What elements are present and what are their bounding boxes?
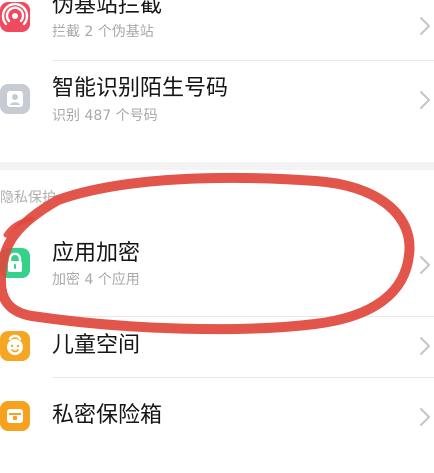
radar-signal-icon [0, 2, 30, 32]
safe-box-icon [0, 401, 30, 431]
child-space-title: 儿童空间 [52, 333, 141, 358]
settings-screen: 伪基站拦截 拦截 2 个伪基站 智能识别陌生号码 识别 487 个号码 隐私保护 [0, 0, 434, 473]
smart-unknown-number-row[interactable]: 智能识别陌生号码 识别 487 个号码 [0, 64, 434, 136]
smart-unknown-number-title: 智能识别陌生号码 [52, 76, 229, 101]
app-encryption-row[interactable]: 应用加密 加密 4 个应用 [0, 220, 434, 310]
smart-unknown-number-subtitle: 识别 487 个号码 [52, 108, 158, 124]
app-encryption-title: 应用加密 [52, 241, 141, 266]
chevron-right-icon [420, 337, 430, 355]
row-divider [52, 377, 434, 378]
chevron-right-icon [420, 17, 430, 35]
contact-card-icon [0, 84, 30, 114]
fake-base-station-subtitle: 拦截 2 个伪基站 [52, 24, 154, 40]
child-space-row[interactable]: 儿童空间 [0, 322, 434, 370]
row-divider [52, 316, 434, 317]
fake-base-station-title: 伪基站拦截 [52, 0, 163, 18]
chevron-right-icon [420, 256, 430, 274]
private-safe-title: 私密保险箱 [52, 403, 163, 428]
chevron-right-icon [420, 91, 430, 109]
lock-icon [0, 248, 30, 278]
private-safe-row[interactable]: 私密保险箱 [0, 392, 434, 442]
child-face-icon [0, 331, 30, 361]
app-encryption-subtitle: 加密 4 个应用 [52, 272, 140, 288]
privacy-protection-section-title: 隐私保护 [0, 190, 56, 206]
fake-base-station-interception-row[interactable]: 伪基站拦截 拦截 2 个伪基站 [0, 0, 434, 56]
chevron-right-icon [420, 408, 430, 426]
row-divider [52, 60, 434, 61]
